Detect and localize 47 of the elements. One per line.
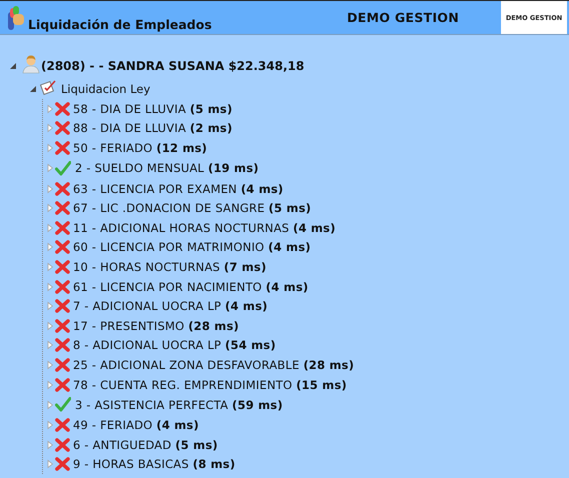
company-name: DEMO GESTION [347,10,459,25]
concept-node[interactable]: 61 - LICENCIA POR NACIMIENTO (4 ms) [73,280,308,294]
concept-node[interactable]: 2 - SUELDO MENSUAL (19 ms) [75,161,259,176]
collapsed-arrow-icon[interactable] [45,123,55,134]
concept-node[interactable]: 17 - PRESENTISMO (28 ms) [73,318,239,333]
concept-node[interactable]: 11 - ADICIONAL HORAS NOCTURNAS (4 ms) [73,220,336,235]
concept-node[interactable]: 3 - ASISTENCIA PERFECTA (59 ms) [75,398,283,412]
concept-node[interactable]: 67 - LIC .DONACION DE SANGRE (5 ms) [73,201,312,216]
collapsed-arrow-icon[interactable] [45,222,55,233]
concept-node[interactable]: 7 - ADICIONAL UOCRA LP (4 ms) [73,299,268,314]
concept-node[interactable]: 50 - FERIADO (12 ms) [73,140,208,155]
window-title: Liquidación de Empleados [28,17,212,32]
person-icon [21,54,41,74]
collapsed-arrow-icon[interactable] [45,360,55,370]
concept-node[interactable]: 58 - DIA DE LLUVIA (5 ms) [73,102,232,116]
collapsed-arrow-icon[interactable] [45,320,55,331]
collapsed-arrow-icon[interactable] [45,142,55,153]
collapsed-arrow-icon[interactable] [45,340,55,350]
concept-node[interactable]: 60 - LICENCIA POR MATRIMONIO (4 ms) [73,240,311,254]
concept-node[interactable]: 63 - LICENCIA POR EXAMEN (4 ms) [73,182,284,196]
collapsed-arrow-icon[interactable] [45,420,55,430]
collapsed-arrow-icon[interactable] [45,282,55,292]
concept-node[interactable]: 88 - DIA DE LLUVIA (2 ms) [73,121,232,136]
collapsed-arrow-icon[interactable] [45,163,55,174]
collapsed-arrow-icon[interactable] [45,104,55,114]
expanded-arrow-icon[interactable] [28,84,38,94]
concept-node[interactable]: 78 - CUENTA REG. EMPRENDIMIENTO (15 ms) [73,378,347,392]
collapsed-arrow-icon[interactable] [45,459,55,470]
collapsed-arrow-icon[interactable] [45,440,55,450]
collapsed-arrow-icon[interactable] [45,301,55,312]
collapsed-arrow-icon[interactable] [45,184,55,194]
collapsed-arrow-icon[interactable] [45,380,55,390]
collapsed-arrow-icon[interactable] [45,400,55,410]
checklist-icon [40,79,58,95]
group-node[interactable]: Liquidacion Ley [61,82,150,96]
concept-node[interactable]: 25 - ADICIONAL ZONA DESFAVORABLE (28 ms) [73,358,354,372]
concept-node[interactable]: 10 - HORAS NOCTURNAS (7 ms) [73,260,266,274]
concept-node[interactable]: 9 - HORAS BASICAS (8 ms) [73,457,236,472]
logo-icon [7,6,25,32]
collapsed-arrow-icon[interactable] [45,203,55,214]
expanded-arrow-icon[interactable] [8,61,18,71]
collapsed-arrow-icon[interactable] [45,242,55,252]
collapsed-arrow-icon[interactable] [45,262,55,272]
concept-node[interactable]: 49 - FERIADO (4 ms) [73,418,199,432]
concept-node[interactable]: 8 - ADICIONAL UOCRA LP (54 ms) [73,338,276,352]
employee-node[interactable]: (2808) - - SANDRA SUSANA $22.348,18 [41,59,304,73]
concept-node[interactable]: 6 - ANTIGUEDAD (5 ms) [73,438,218,452]
